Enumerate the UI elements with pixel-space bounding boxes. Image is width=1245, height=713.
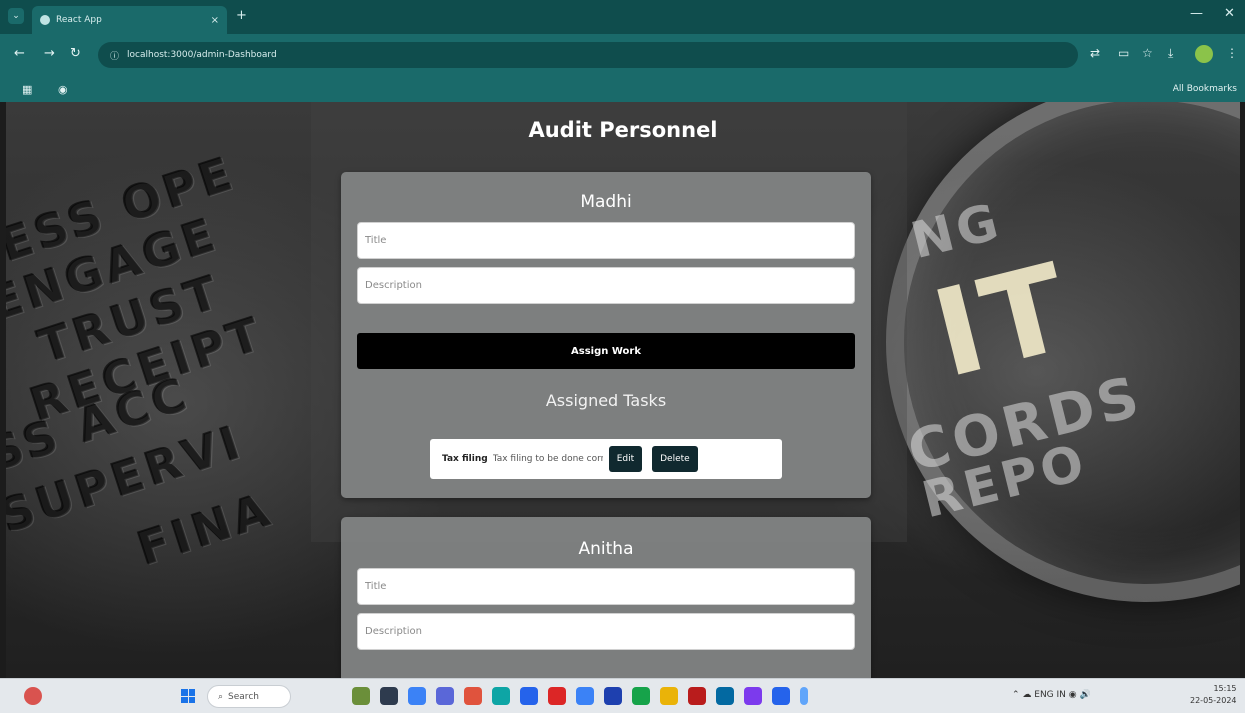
taskbar-app-icon[interactable] bbox=[548, 687, 566, 705]
personnel-name: Anitha bbox=[578, 539, 634, 559]
browser-tab[interactable]: React App × bbox=[32, 6, 227, 34]
taskbar-app-icon[interactable] bbox=[800, 687, 808, 705]
clock-date: 22-05-2024 bbox=[1190, 696, 1237, 705]
tray-language: ENG IN bbox=[1034, 690, 1066, 700]
window-close-icon[interactable]: ✕ bbox=[1224, 6, 1235, 21]
browser-toolbar: ← → ↻ ⓘ localhost:3000/admin-Dashboard ⇄… bbox=[0, 34, 1245, 78]
search-icon: ⌕ bbox=[218, 691, 224, 702]
taskbar-search[interactable]: ⌕ Search bbox=[207, 685, 291, 708]
downloads-icon[interactable]: ⤓ bbox=[1168, 46, 1173, 61]
cast-icon[interactable]: ▭ bbox=[1118, 46, 1129, 60]
system-tray[interactable]: ⌃ ☁ ENG IN ◉ 🔊 bbox=[1012, 690, 1091, 700]
windows-taskbar: ⌕ Search ⌃ ☁ ENG IN ◉ 🔊 15:15 22-05-2024 bbox=[0, 678, 1245, 713]
personnel-card: Madhi Assign Work Assigned Tasks Tax fil… bbox=[341, 172, 871, 498]
taskbar-clock[interactable]: 15:15 22-05-2024 bbox=[1190, 683, 1237, 707]
start-icon[interactable] bbox=[181, 689, 195, 703]
tab-search-icon[interactable]: ⌄ bbox=[8, 8, 24, 24]
page-title: Audit Personnel bbox=[528, 118, 718, 142]
taskbar-app-icon[interactable] bbox=[576, 687, 594, 705]
task-description: Tax filing to be done correctly bbox=[492, 454, 603, 464]
teams-icon[interactable] bbox=[436, 687, 454, 705]
delete-task-button[interactable]: Delete bbox=[652, 446, 698, 472]
tab-close-icon[interactable]: × bbox=[211, 15, 219, 26]
store-icon[interactable] bbox=[520, 687, 538, 705]
task-description-input[interactable] bbox=[357, 613, 855, 650]
chrome-taskbar-icon[interactable] bbox=[464, 687, 482, 705]
personnel-name: Madhi bbox=[580, 192, 632, 212]
task-view-icon[interactable] bbox=[380, 687, 398, 705]
task-description-input[interactable] bbox=[357, 267, 855, 304]
reload-icon[interactable]: ↻ bbox=[70, 46, 81, 61]
address-text: localhost:3000/admin-Dashboard bbox=[127, 50, 277, 60]
page-viewport: ESS OPE ENGAGE TRUST RECEIPT SS ACC SUPE… bbox=[6, 102, 1240, 678]
taskbar-app-icon[interactable] bbox=[352, 687, 370, 705]
clock-time: 15:15 bbox=[1213, 684, 1237, 693]
tab-title: React App bbox=[56, 15, 102, 25]
all-bookmarks-link[interactable]: All Bookmarks bbox=[1173, 84, 1237, 94]
assign-work-button[interactable]: Assign Work bbox=[357, 333, 855, 369]
react-favicon-icon bbox=[40, 15, 50, 25]
bookmark-star-icon[interactable]: ☆ bbox=[1142, 46, 1153, 60]
taskbar-app-icon[interactable] bbox=[632, 687, 650, 705]
edge-icon[interactable] bbox=[492, 687, 510, 705]
task-title: Tax filing bbox=[442, 454, 488, 464]
chrome-icon[interactable]: ◉ bbox=[58, 83, 68, 96]
apps-icon[interactable]: ▦ bbox=[22, 83, 32, 96]
personnel-card: Anitha bbox=[341, 517, 871, 678]
task-title-input[interactable] bbox=[357, 222, 855, 259]
taskbar-app-icon[interactable] bbox=[744, 687, 762, 705]
taskbar-app-icon[interactable] bbox=[716, 687, 734, 705]
site-info-icon[interactable]: ⓘ bbox=[110, 49, 119, 62]
browser-menu-icon[interactable]: ⋮ bbox=[1226, 46, 1238, 60]
edit-task-button[interactable]: Edit bbox=[608, 446, 643, 472]
task-item: Tax filing Tax filing to be done correct… bbox=[430, 439, 782, 479]
vscode-icon[interactable] bbox=[772, 687, 790, 705]
bookmarks-bar: ▦ ◉ All Bookmarks bbox=[0, 78, 1245, 102]
profile-avatar[interactable] bbox=[1195, 45, 1213, 63]
taskbar-app-icon[interactable] bbox=[408, 687, 426, 705]
file-explorer-icon[interactable] bbox=[660, 687, 678, 705]
window-minimize-icon[interactable]: — bbox=[1190, 6, 1203, 21]
forward-icon[interactable]: → bbox=[44, 46, 55, 61]
assigned-tasks-heading: Assigned Tasks bbox=[545, 391, 667, 410]
back-icon[interactable]: ← bbox=[14, 46, 25, 61]
new-tab-icon[interactable]: + bbox=[236, 8, 247, 23]
taskbar-app-icon[interactable] bbox=[688, 687, 706, 705]
task-title-input[interactable] bbox=[357, 568, 855, 605]
taskbar-app-icon[interactable] bbox=[604, 687, 622, 705]
browser-titlebar: ⌄ React App × + — ✕ bbox=[0, 0, 1245, 34]
search-label: Search bbox=[228, 691, 259, 702]
weather-widget-icon[interactable] bbox=[24, 687, 42, 705]
address-bar[interactable]: ⓘ localhost:3000/admin-Dashboard bbox=[98, 42, 1078, 68]
translate-icon[interactable]: ⇄ bbox=[1090, 46, 1100, 60]
